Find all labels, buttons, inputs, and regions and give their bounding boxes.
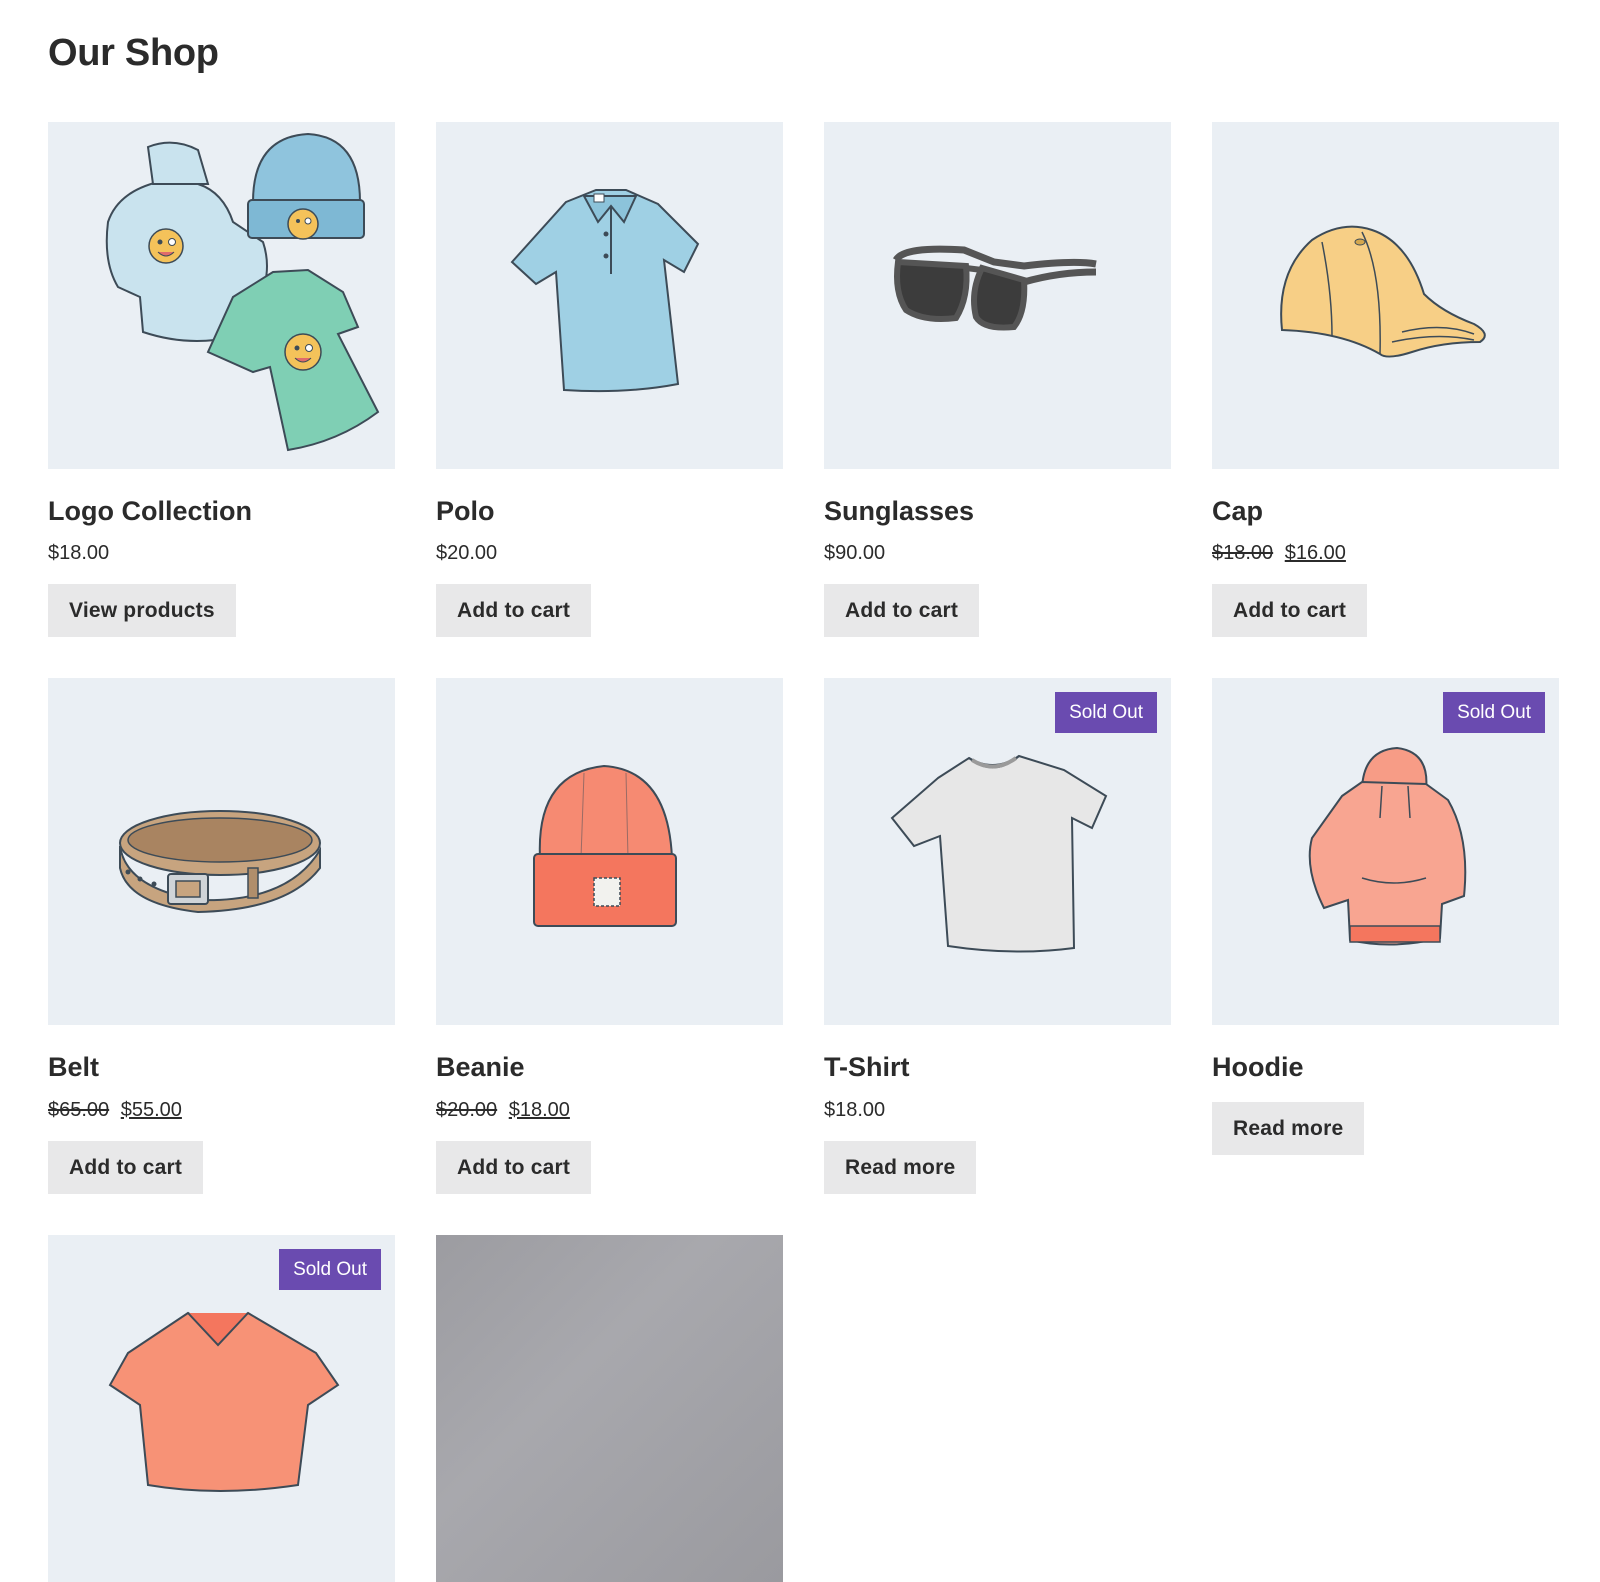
product-card: Sunglasses $90.00 Add to cart (824, 122, 1171, 638)
product-image[interactable] (436, 1234, 783, 1582)
view-products-button[interactable]: View products (48, 584, 236, 638)
product-name[interactable]: T-Shirt (824, 1051, 1171, 1083)
product-name[interactable]: Beanie (436, 1051, 783, 1083)
original-price: $65.00 (48, 1098, 110, 1121)
price-value: $18.00 (48, 542, 110, 565)
product-image[interactable] (436, 678, 783, 1026)
cap-icon (1280, 225, 1486, 358)
read-more-button[interactable]: Read more (1212, 1101, 1365, 1155)
polo-shirt-icon (510, 189, 700, 393)
product-image[interactable] (824, 122, 1171, 469)
product-name[interactable]: Cap (1212, 495, 1559, 527)
sale-price: $18.00 (508, 1098, 570, 1121)
sold-out-badge: Sold Out (279, 1248, 381, 1290)
product-card: Cap $18.00 $16.00 Add to cart (1212, 122, 1559, 638)
product-price: $20.00 $18.00 (436, 1099, 783, 1123)
original-price: $20.00 (436, 1098, 498, 1121)
product-grid: Logo Collection $18.00 View products Pol… (48, 122, 1559, 1582)
add-to-cart-button[interactable]: Add to cart (824, 584, 980, 638)
add-to-cart-button[interactable]: Add to cart (48, 1140, 204, 1194)
price-value: $20.00 (436, 542, 498, 565)
product-card: Sold Out Hoodie Read more (1212, 678, 1559, 1193)
product-name[interactable]: Belt (48, 1051, 395, 1083)
product-card: Logo Collection $18.00 View products (48, 122, 395, 638)
product-name[interactable]: Sunglasses (824, 495, 1171, 527)
sale-price: $55.00 (120, 1098, 182, 1121)
product-image[interactable] (48, 678, 395, 1026)
product-price: $65.00 $55.00 (48, 1099, 395, 1123)
add-to-cart-button[interactable]: Add to cart (436, 1140, 592, 1194)
beanie-icon (533, 765, 677, 928)
product-image[interactable] (1212, 122, 1559, 469)
page-title: Our Shop (48, 32, 219, 74)
product-card: Belt $65.00 $55.00 Add to cart (48, 678, 395, 1194)
product-price: $90.00 (824, 542, 1171, 566)
belt-icon (119, 810, 321, 914)
product-price: $18.00 (48, 542, 395, 566)
product-card: Polo $20.00 Add to cart (436, 122, 783, 638)
product-name[interactable]: Logo Collection (48, 495, 395, 527)
add-to-cart-button[interactable]: Add to cart (436, 584, 592, 638)
add-to-cart-button[interactable]: Add to cart (1212, 584, 1368, 638)
sold-out-badge: Sold Out (1055, 692, 1157, 734)
product-name[interactable]: Polo (436, 495, 783, 527)
price-value: $18.00 (824, 1098, 886, 1121)
product-name[interactable]: Hoodie (1212, 1051, 1559, 1083)
logo-collection-icon (105, 132, 380, 452)
sale-price: $16.00 (1284, 542, 1346, 565)
product-price: $20.00 (436, 542, 783, 566)
read-more-button[interactable]: Read more (824, 1140, 977, 1194)
original-price: $18.00 (1212, 542, 1274, 565)
sunglasses-icon (892, 245, 1097, 331)
product-image[interactable] (436, 122, 783, 469)
product-card: Sold Out (48, 1234, 395, 1582)
product-price: $18.00 (824, 1099, 1171, 1123)
product-card: Beanie $20.00 $18.00 Add to cart (436, 678, 783, 1194)
price-value: $90.00 (824, 542, 886, 565)
product-image[interactable] (48, 122, 395, 469)
product-price: $18.00 $16.00 (1212, 542, 1559, 566)
product-card (436, 1234, 783, 1582)
product-card: Sold Out T-Shirt $18.00 Read more (824, 678, 1171, 1194)
sold-out-badge: Sold Out (1443, 692, 1545, 734)
